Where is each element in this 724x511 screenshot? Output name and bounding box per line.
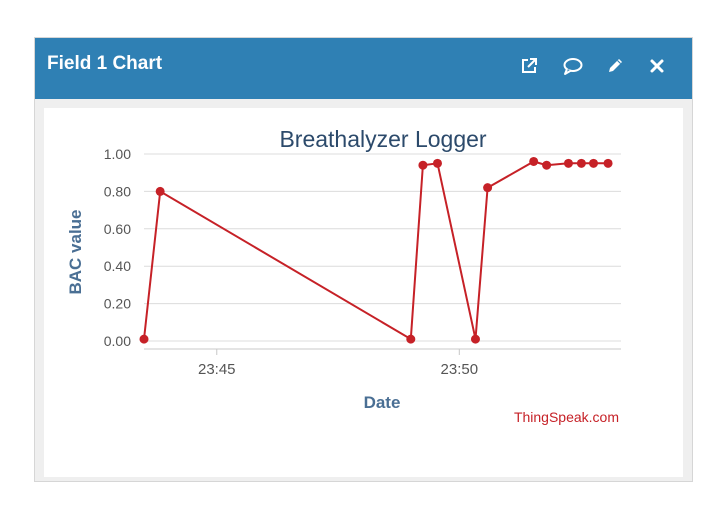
y-tick-label: 0.80 [104, 183, 131, 199]
data-point[interactable] [563, 158, 573, 168]
comment-icon [563, 58, 583, 75]
data-point[interactable] [470, 334, 480, 344]
x-tick-label: 23:45 [198, 361, 236, 378]
data-point[interactable] [155, 186, 165, 196]
chart-card: Field 1 Chart Breathalyzer Logger 0.00 0… [34, 37, 693, 482]
x-tick-label: 23:50 [441, 361, 479, 378]
data-point[interactable] [406, 334, 416, 344]
x-axis-ticks: 23:45 23:50 [198, 349, 478, 378]
chart-title: Breathalyzer Logger [279, 126, 486, 152]
data-point[interactable] [576, 158, 586, 168]
open-external-button[interactable] [517, 54, 541, 78]
data-point[interactable] [542, 160, 552, 170]
data-point[interactable] [139, 334, 149, 344]
data-point[interactable] [418, 160, 428, 170]
y-tick-label: 0.20 [104, 296, 131, 312]
line-chart: Breathalyzer Logger 0.00 0.20 0.40 0.60 0.80… [66, 126, 621, 425]
pencil-icon [609, 59, 622, 72]
edit-button[interactable] [603, 54, 627, 78]
y-tick-label: 0.40 [104, 258, 131, 274]
y-tick-label: 0.00 [104, 333, 131, 349]
data-point[interactable] [589, 158, 599, 168]
chart-panel: Breathalyzer Logger 0.00 0.20 0.40 0.60 0.80… [44, 108, 683, 477]
external-link-icon [522, 58, 537, 73]
card-header: Field 1 Chart [35, 38, 692, 99]
data-point[interactable] [529, 156, 539, 166]
y-axis-ticks: 0.00 0.20 0.40 0.60 0.80 1.00 [104, 146, 131, 349]
data-points [139, 156, 613, 344]
grid-lines [144, 153, 621, 342]
close-button[interactable] [645, 54, 669, 78]
card-title: Field 1 Chart [47, 53, 163, 74]
close-icon [650, 59, 664, 73]
data-point[interactable] [432, 158, 442, 168]
data-point[interactable] [603, 158, 613, 168]
series-line [143, 160, 609, 341]
credit-link[interactable]: ThingSpeak.com [514, 409, 619, 425]
y-tick-label: 0.60 [104, 221, 131, 237]
x-axis-label: Date [364, 393, 401, 412]
data-point[interactable] [483, 183, 493, 193]
y-tick-label: 1.00 [104, 146, 131, 162]
comment-button[interactable] [561, 54, 585, 78]
y-axis-label: BAC value [66, 209, 85, 294]
